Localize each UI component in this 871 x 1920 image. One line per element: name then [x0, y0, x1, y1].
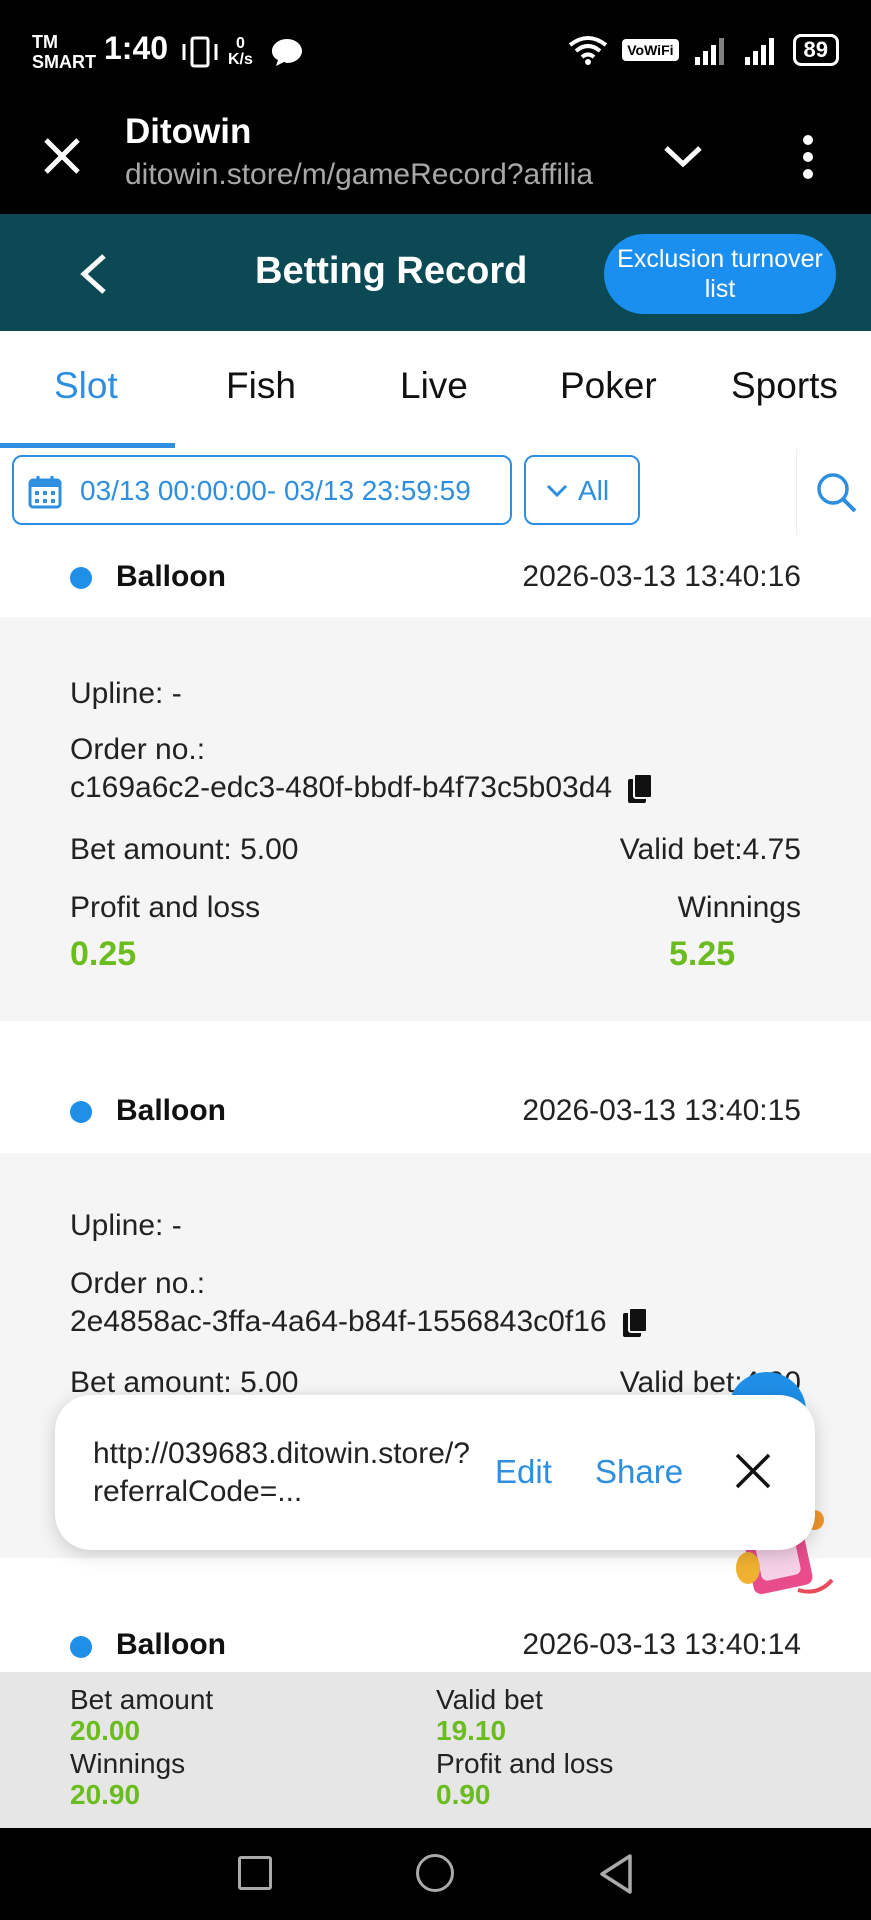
system-nav-bar	[0, 1828, 871, 1920]
vowifi-badge: VoWiFi	[622, 39, 679, 61]
type-dropdown-value: All	[578, 475, 610, 506]
record-time: 2026-03-13 13:40:14	[522, 1628, 801, 1661]
vibrate-icon	[182, 36, 218, 68]
tab-live[interactable]: Live	[400, 365, 468, 407]
category-tabs: Slot Fish Live Poker Sports	[0, 331, 871, 449]
date-range-label: 03/13 00:00:00- 03/13 23:59:59	[80, 475, 471, 506]
game-name: Balloon	[116, 1628, 226, 1661]
signal-icon-2	[744, 38, 774, 65]
summary-profit-label: Profit and loss	[436, 1748, 614, 1779]
record-body: Upline: - Order no.: c169a6c2-edc3-480f-…	[0, 617, 871, 1021]
record-header: Balloon 2026-03-13 13:40:16	[0, 535, 871, 617]
winnings-value: 5.25	[669, 935, 736, 973]
winnings-label: Winnings	[677, 891, 801, 924]
order-number-value: 2e4858ac-3ffa-4a64-b84f-1556843c0f16	[70, 1305, 607, 1338]
order-number: 2e4858ac-3ffa-4a64-b84f-1556843c0f16	[70, 1305, 649, 1339]
order-label: Order no.:	[70, 733, 206, 766]
bet-amount: Bet amount: 5.00	[70, 833, 299, 866]
chat-bubble-icon	[272, 39, 302, 66]
summary-winnings-label: Winnings	[70, 1748, 186, 1779]
net-speed: 0 K/s	[228, 36, 253, 68]
summary-valid-label: Valid bet	[436, 1684, 543, 1715]
filter-bar: 03/13 00:00:00- 03/13 23:59:59 All	[0, 449, 871, 535]
carrier-top: TM	[32, 32, 58, 52]
browser-title: Ditowin	[125, 112, 252, 151]
order-number-value: c169a6c2-edc3-480f-bbdf-b4f73c5b03d4	[70, 771, 613, 804]
browser-toolbar: Ditowin ditowin.store/m/gameRecord?affil…	[0, 104, 871, 214]
summary-panel: Bet amount 20.00 Valid bet 19.10 Winning…	[0, 1672, 871, 1828]
carrier-bottom: SMART	[32, 52, 96, 72]
exclusion-turnover-button[interactable]: Exclusion turnover list	[604, 234, 836, 314]
net-speed-value: 0	[236, 35, 245, 52]
calendar-icon	[28, 476, 62, 509]
search-icon	[817, 473, 857, 513]
summary-valid-value: 19.10	[436, 1715, 507, 1746]
tab-slot[interactable]: Slot	[54, 365, 118, 407]
more-menu-icon[interactable]	[795, 132, 821, 182]
status-bar: TM SMART 1:40 0 K/s VoWiFi 89	[0, 0, 871, 104]
copy-icon[interactable]	[626, 773, 654, 805]
type-dropdown[interactable]: All	[524, 455, 640, 525]
close-icon[interactable]	[731, 1449, 775, 1493]
order-label: Order no.:	[70, 1267, 206, 1300]
active-tab-indicator	[0, 443, 175, 448]
wifi-icon	[569, 36, 608, 65]
back-triangle-icon[interactable]	[598, 1852, 634, 1896]
profit-value: 0.25	[70, 935, 137, 973]
order-number: c169a6c2-edc3-480f-bbdf-b4f73c5b03d4	[70, 771, 654, 805]
carrier-label: TM SMART	[32, 32, 96, 72]
summary-bet-value: 20.00	[70, 1715, 141, 1746]
battery-indicator: 89	[792, 34, 839, 66]
game-name: Balloon	[116, 560, 226, 593]
signal-icon	[694, 38, 724, 65]
copy-icon[interactable]	[621, 1307, 649, 1339]
summary-bet-label: Bet amount	[70, 1684, 214, 1715]
back-arrow-icon[interactable]	[74, 252, 114, 296]
upline: Upline: -	[70, 1209, 182, 1242]
date-range-picker[interactable]: 03/13 00:00:00- 03/13 23:59:59	[12, 455, 512, 525]
record-time: 2026-03-13 13:40:16	[522, 560, 801, 593]
net-speed-unit: K/s	[228, 51, 253, 68]
clock: 1:40	[104, 30, 169, 66]
edit-link-button[interactable]: Edit	[495, 1453, 552, 1491]
tab-fish[interactable]: Fish	[226, 365, 296, 407]
record-header: Balloon 2026-03-13 13:40:14	[0, 1603, 871, 1672]
record-time: 2026-03-13 13:40:15	[522, 1094, 801, 1127]
status-dot	[70, 1101, 92, 1123]
record-header: Balloon 2026-03-13 13:40:15	[0, 1069, 871, 1153]
status-dot	[70, 1636, 92, 1658]
page-title: Betting Record	[255, 250, 528, 292]
chevron-down-icon	[546, 484, 568, 498]
profit-label: Profit and loss	[70, 891, 261, 924]
share-link-button[interactable]: Share	[595, 1453, 683, 1491]
status-dot	[70, 567, 92, 589]
tab-poker[interactable]: Poker	[560, 365, 657, 407]
referral-link: http://039683.ditowin.store/?referralCod…	[93, 1437, 470, 1508]
browser-url[interactable]: ditowin.store/m/gameRecord?affilia	[125, 158, 625, 192]
valid-bet: Valid bet:4.75	[619, 833, 801, 866]
tab-sports[interactable]: Sports	[731, 365, 838, 407]
upline: Upline: -	[70, 677, 182, 710]
summary-profit-value: 0.90	[436, 1779, 491, 1810]
game-name: Balloon	[116, 1094, 226, 1127]
chevron-down-icon[interactable]	[660, 136, 706, 176]
status-icons: VoWiFi 89	[568, 34, 839, 66]
link-share-popup: http://039683.ditowin.store/?referralCod…	[55, 1395, 815, 1550]
recents-button[interactable]	[238, 1856, 272, 1890]
home-button[interactable]	[416, 1854, 454, 1892]
search-button[interactable]	[796, 449, 871, 535]
close-tab-icon[interactable]	[40, 134, 84, 178]
app-header: Betting Record Exclusion turnover list	[0, 214, 871, 331]
summary-winnings-value: 20.90	[70, 1779, 141, 1810]
